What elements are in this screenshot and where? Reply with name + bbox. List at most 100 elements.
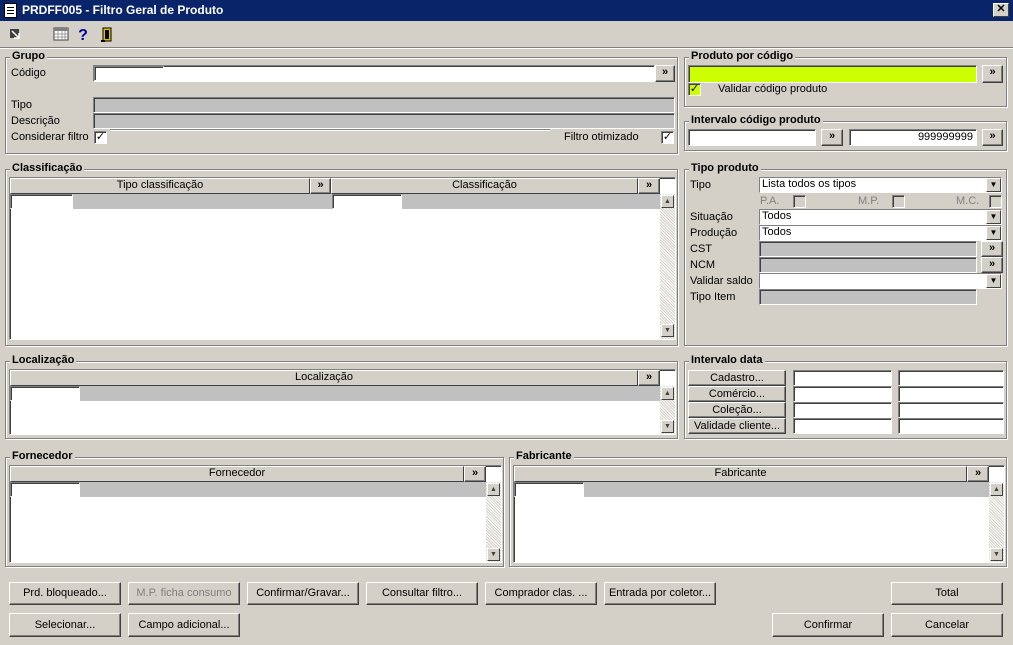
producao-label: Produção	[690, 227, 738, 239]
intervalo-codigo-from-lookup[interactable]: »	[821, 129, 843, 146]
cadastro-from-input[interactable]	[793, 370, 892, 386]
filtro-otimizado-label: Filtro otimizado	[564, 131, 639, 143]
classificacao-scrollbar[interactable]	[660, 194, 675, 339]
mc-label: M.C.	[956, 195, 980, 207]
pa-label: P.A.	[760, 195, 780, 207]
mp-ficha-consumo-button[interactable]: M.P. ficha consumo	[128, 582, 240, 605]
tipo-produto-select[interactable]: Lista todos os tipos ▼	[759, 177, 1002, 193]
comercio-from-input[interactable]	[793, 386, 892, 402]
validar-codigo-checkbox[interactable]: ✓	[688, 83, 701, 96]
chevron-down-icon[interactable]: ▼	[986, 226, 1001, 240]
comprador-clas-button[interactable]: Comprador clas. ...	[485, 582, 597, 605]
chevron-down-icon[interactable]: ▼	[986, 178, 1001, 192]
app-icon	[4, 3, 17, 18]
cadastro-button[interactable]: Cadastro...	[688, 370, 786, 386]
comercio-to-input[interactable]	[898, 386, 1004, 402]
help-icon[interactable]: ?	[74, 27, 92, 45]
colecao-to-input[interactable]	[898, 402, 1004, 418]
grupo-codigo-input[interactable]	[94, 66, 164, 81]
classificacao-tipo-lookup[interactable]: »	[310, 178, 331, 194]
fabricante-lookup[interactable]: »	[967, 466, 989, 482]
scroll-up-icon[interactable]: ▲	[990, 483, 1003, 496]
situacao-label: Situação	[690, 211, 733, 223]
colecao-button[interactable]: Coleção...	[688, 402, 786, 418]
comercio-button[interactable]: Comércio...	[688, 386, 786, 402]
grupo-codigo-field[interactable]	[93, 65, 655, 82]
fornecedor-title: Fornecedor	[10, 450, 75, 462]
produto-codigo-input[interactable]	[688, 65, 977, 83]
fabricante-header[interactable]: Fabricante	[514, 466, 967, 482]
classificacao-header-tipo[interactable]: Tipo classificação	[10, 178, 310, 194]
total-button[interactable]: Total	[891, 582, 1003, 605]
produto-codigo-lookup-button[interactable]: »	[982, 65, 1003, 83]
confirmar-button[interactable]: Confirmar	[772, 613, 884, 637]
cst-field	[759, 241, 977, 257]
confirmar-gravar-button[interactable]: Confirmar/Gravar...	[247, 582, 359, 605]
localizacao-header[interactable]: Localização	[10, 370, 638, 386]
classificacao-header-classificacao[interactable]: Classificação	[331, 178, 638, 194]
colecao-from-input[interactable]	[793, 402, 892, 418]
localizacao-lookup[interactable]: »	[638, 370, 660, 386]
cst-label: CST	[690, 243, 712, 255]
export-icon[interactable]	[6, 27, 24, 45]
considerar-filtro-checkbox[interactable]: ✓	[94, 131, 107, 144]
cancelar-button[interactable]: Cancelar	[891, 613, 1003, 637]
exit-icon[interactable]	[98, 27, 116, 45]
scroll-down-icon[interactable]: ▼	[661, 420, 674, 433]
chevron-down-icon[interactable]: ▼	[986, 210, 1001, 224]
fabricante-cell-code[interactable]	[514, 482, 584, 497]
ncm-field	[759, 257, 977, 273]
scroll-up-icon[interactable]: ▲	[661, 195, 674, 208]
tipo-label: Tipo	[11, 99, 32, 111]
scroll-down-icon[interactable]: ▼	[661, 324, 674, 337]
toolbar-separator	[0, 47, 1013, 49]
grupo-lookup-button[interactable]: »	[655, 65, 675, 82]
scroll-down-icon[interactable]: ▼	[990, 548, 1003, 561]
campo-adicional-button[interactable]: Campo adicional...	[128, 613, 240, 637]
situacao-select[interactable]: Todos ▼	[759, 209, 1002, 225]
scroll-down-icon[interactable]: ▼	[487, 548, 500, 561]
pa-checkbox[interactable]	[793, 195, 806, 208]
mc-checkbox[interactable]	[989, 195, 1002, 208]
consultar-filtro-button[interactable]: Consultar filtro...	[366, 582, 478, 605]
filtro-otimizado-checkbox[interactable]: ✓	[661, 131, 674, 144]
intervalo-codigo-to-lookup[interactable]: »	[982, 129, 1003, 146]
fornecedor-header[interactable]: Fornecedor	[10, 466, 464, 482]
classificacao-cell-code[interactable]	[332, 194, 402, 209]
tipo-item-label: Tipo Item	[690, 291, 736, 303]
validade-cliente-from-input[interactable]	[793, 418, 892, 434]
calendar-icon[interactable]	[52, 27, 70, 45]
classificacao-lookup[interactable]: »	[638, 178, 660, 194]
intervalo-codigo-to-input[interactable]: 999999999	[849, 129, 977, 146]
intervalo-codigo-title: Intervalo código produto	[689, 114, 823, 126]
producao-select[interactable]: Todos ▼	[759, 225, 1002, 241]
localizacao-cell-code[interactable]	[10, 386, 80, 401]
ncm-label: NCM	[690, 259, 716, 271]
validade-cliente-to-input[interactable]	[898, 418, 1004, 434]
ncm-lookup-button[interactable]: »	[981, 257, 1003, 273]
fornecedor-cell-code[interactable]	[10, 482, 80, 497]
chevron-down-icon[interactable]: ▼	[986, 274, 1001, 288]
validade-cliente-button[interactable]: Validade cliente...	[688, 418, 786, 434]
cst-lookup-button[interactable]: »	[981, 241, 1003, 257]
fabricante-title: Fabricante	[514, 450, 574, 462]
close-button[interactable]: ✕	[993, 3, 1009, 17]
tipo-produto-tipo-label: Tipo	[690, 179, 711, 191]
entrada-coletor-button[interactable]: Entrada por coletor...	[604, 582, 716, 605]
intervalo-codigo-from-input[interactable]	[688, 129, 816, 146]
scroll-up-icon[interactable]: ▲	[487, 483, 500, 496]
validar-saldo-select[interactable]: ▼	[759, 273, 1002, 289]
considerar-filtro-label: Considerar filtro	[11, 131, 89, 143]
scroll-up-icon[interactable]: ▲	[661, 387, 674, 400]
localizacao-title: Localização	[10, 354, 77, 366]
classificacao-cell-tipo-code[interactable]	[10, 194, 73, 209]
mp-label: M.P.	[858, 195, 880, 207]
prd-bloqueado-button[interactable]: Prd. bloqueado...	[9, 582, 121, 605]
fornecedor-lookup[interactable]: »	[464, 466, 486, 482]
produto-codigo-title: Produto por código	[689, 50, 796, 62]
selecionar-button[interactable]: Selecionar...	[9, 613, 121, 637]
fabricante-row	[514, 482, 989, 497]
validar-codigo-label: Validar código produto	[718, 83, 828, 95]
cadastro-to-input[interactable]	[898, 370, 1004, 386]
mp-checkbox[interactable]	[892, 195, 905, 208]
